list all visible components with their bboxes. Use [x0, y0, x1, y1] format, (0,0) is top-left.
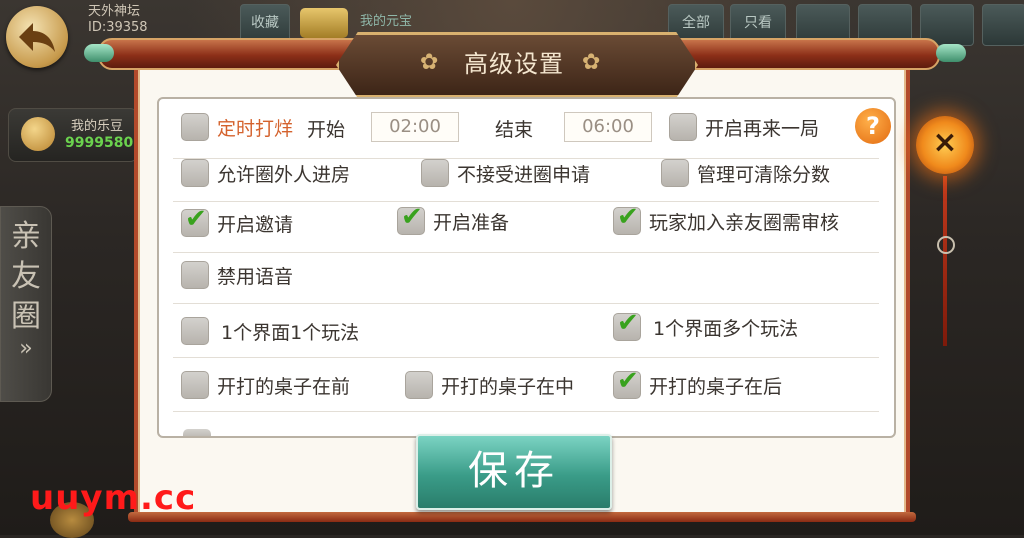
bean-panel: 我的乐豆 9999580	[8, 108, 138, 162]
enable-invite-option[interactable]: ✔ 开启邀请	[181, 204, 294, 237]
tables-middle-label: 开打的桌子在中	[441, 375, 575, 398]
join-review-option[interactable]: ✔ 玩家加入亲友圈需审核	[613, 202, 840, 235]
help-button[interactable]: ?	[855, 108, 891, 144]
play-again-option[interactable]: 开启再来一局	[669, 113, 819, 141]
enable-invite-label: 开启邀请	[217, 213, 294, 236]
allow-outsiders-checkbox[interactable]	[181, 159, 209, 187]
settings-row-timer: 定时打烊 开始 02:00 结束 06:00 开启再来一局 ?	[173, 108, 891, 159]
friend-circle-tab[interactable]: 亲友圈 »	[0, 206, 52, 402]
player-name: 天外神坛	[88, 4, 141, 19]
close-icon: ×	[932, 125, 958, 160]
save-button[interactable]: 保存	[416, 434, 612, 510]
admin-clear-score-option[interactable]: 管理可清除分数	[661, 159, 830, 187]
allow-outsiders-option[interactable]: 允许圈外人进房	[181, 159, 350, 187]
settings-row: 禁用语音	[173, 259, 879, 304]
scroll-bottom-rod	[128, 512, 916, 522]
friend-circle-tab-label: 亲友圈	[11, 219, 41, 334]
tables-front-checkbox[interactable]	[181, 371, 209, 399]
rod-end-left-icon	[84, 44, 114, 62]
check-icon: ✔	[185, 204, 207, 234]
check-icon: ✔	[617, 366, 639, 396]
settings-row: ✔ 开启邀请 ✔ 开启准备 ✔ 玩家加入亲友圈需审核	[173, 202, 879, 253]
play-again-checkbox[interactable]	[669, 113, 697, 141]
enable-ready-label: 开启准备	[433, 211, 510, 234]
player-id: ID:39358	[88, 20, 148, 35]
allow-outsiders-label: 允许圈外人进房	[217, 163, 351, 186]
bean-icon	[21, 117, 55, 151]
settings-row: 允许圈外人进房 不接受进圈申请 管理可清除分数	[173, 159, 879, 202]
multi-mode-option[interactable]: ✔ 1个界面多个玩法	[613, 308, 799, 341]
bean-value: 9999580	[65, 135, 134, 151]
enable-invite-checkbox[interactable]: ✔	[181, 204, 209, 237]
game-tab-4[interactable]	[982, 4, 1024, 46]
back-arrow-icon	[19, 23, 55, 52]
disable-voice-option[interactable]: 禁用语音	[181, 261, 293, 289]
tables-back-label: 开打的桌子在后	[649, 375, 783, 398]
reject-join-checkbox[interactable]	[421, 159, 449, 187]
join-review-label: 玩家加入亲友圈需审核	[649, 211, 840, 234]
tables-front-option[interactable]: 开打的桌子在前	[181, 371, 350, 399]
settings-row: 开打的桌子在前 开打的桌子在中 ✔ 开打的桌子在后	[173, 366, 879, 412]
dialog-title: 高级设置	[464, 50, 564, 78]
reject-join-option[interactable]: 不接受进圈申请	[421, 159, 590, 187]
end-time-input[interactable]: 06:00	[564, 112, 652, 142]
play-again-label: 开启再来一局	[705, 117, 820, 140]
start-label: 开始	[307, 119, 346, 141]
settings-box: 定时打烊 开始 02:00 结束 06:00 开启再来一局 ? 允许圈外人进房 …	[157, 97, 896, 438]
timed-close-option[interactable]: 定时打烊	[181, 113, 293, 141]
check-icon: ✔	[617, 308, 639, 338]
start-time-input[interactable]: 02:00	[371, 112, 459, 142]
tables-middle-checkbox[interactable]	[405, 371, 433, 399]
timed-close-checkbox[interactable]	[181, 113, 209, 141]
tassel-decoration	[943, 176, 947, 346]
end-label: 结束	[495, 119, 534, 141]
bean-label: 我的乐豆	[71, 119, 124, 134]
gem-icon	[300, 8, 348, 38]
timed-close-label: 定时打烊	[217, 117, 294, 140]
multi-mode-label: 1个界面多个玩法	[653, 317, 799, 340]
enable-ready-option[interactable]: ✔ 开启准备	[397, 202, 510, 235]
admin-clear-score-label: 管理可清除分数	[697, 163, 831, 186]
admin-clear-score-checkbox[interactable]	[661, 159, 689, 187]
join-review-checkbox[interactable]: ✔	[613, 202, 641, 235]
double-chevron-icon: »	[19, 336, 33, 361]
back-button[interactable]	[6, 6, 68, 68]
partial-checkbox[interactable]	[183, 429, 211, 436]
tables-back-option[interactable]: ✔ 开打的桌子在后	[613, 366, 783, 399]
disable-voice-checkbox[interactable]	[181, 261, 209, 289]
tassel-knot-icon	[937, 236, 955, 254]
check-icon: ✔	[617, 202, 639, 232]
reject-join-label: 不接受进圈申请	[457, 163, 591, 186]
check-icon: ✔	[401, 202, 423, 232]
single-mode-option[interactable]: 1个界面1个玩法	[181, 317, 359, 345]
tables-front-label: 开打的桌子在前	[217, 375, 351, 398]
tables-back-checkbox[interactable]: ✔	[613, 366, 641, 399]
multi-mode-checkbox[interactable]: ✔	[613, 308, 641, 341]
settings-row: 1个界面1个玩法 ✔ 1个界面多个玩法	[173, 308, 879, 358]
single-mode-label: 1个界面1个玩法	[221, 321, 360, 344]
rod-end-right-icon	[936, 44, 966, 62]
watermark: uuym.cc	[30, 478, 197, 518]
disable-voice-label: 禁用语音	[217, 265, 294, 288]
tables-middle-option[interactable]: 开打的桌子在中	[405, 371, 574, 399]
single-mode-checkbox[interactable]	[181, 317, 209, 345]
enable-ready-checkbox[interactable]: ✔	[397, 202, 425, 235]
gem-label: 我的元宝	[360, 14, 413, 29]
close-button[interactable]: ×	[916, 116, 974, 174]
